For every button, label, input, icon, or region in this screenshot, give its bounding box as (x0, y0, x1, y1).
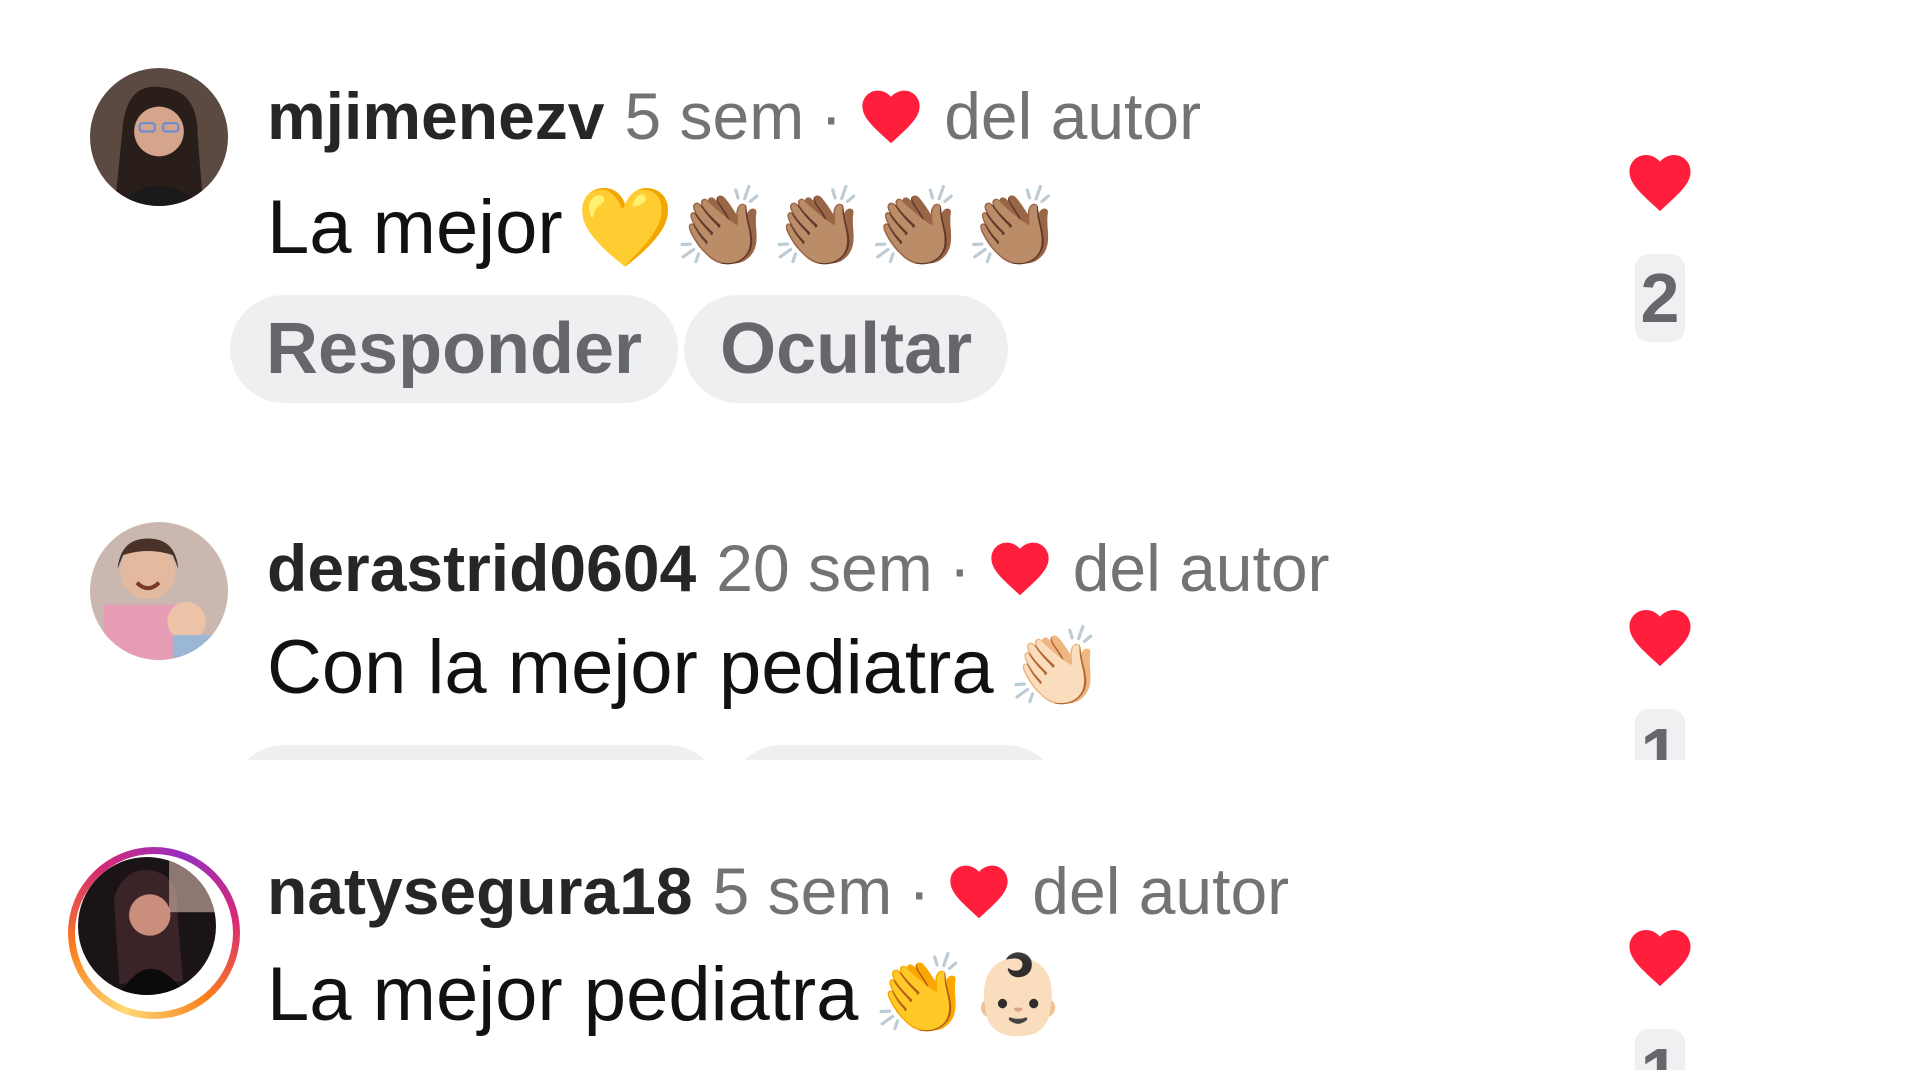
heart-icon (991, 542, 1049, 596)
comment-emojis: 👏👶🏻 (872, 950, 1067, 1040)
username[interactable]: mjimenezv (267, 76, 604, 156)
like-column: 1 (1620, 605, 1700, 760)
username[interactable]: derastrid0604 (267, 528, 696, 608)
comment-text: La mejor 💛👏🏽👏🏽👏🏽👏🏽 (267, 180, 1062, 276)
comment-item: natysegura18 5 sem · del autor La mejor … (0, 775, 1920, 1070)
comment-text-content: La mejor (267, 185, 563, 270)
like-count[interactable]: 1 (1634, 1029, 1686, 1070)
heart-icon[interactable] (1624, 150, 1696, 214)
comment-item: mjimenezv 5 sem · del autor La mejor 💛👏🏽… (0, 0, 1920, 450)
comment-header: mjimenezv 5 sem · del autor (267, 76, 1201, 156)
avatar[interactable] (90, 522, 228, 660)
comment-text-content: Con la mejor pediatra (267, 625, 994, 710)
like-count[interactable]: 1 (1634, 709, 1686, 760)
comment-text: Con la mejor pediatra 👏🏻 (267, 620, 1105, 716)
separator: · (908, 854, 931, 928)
comment-text: La mejor pediatra 👏👶🏻 (267, 947, 1067, 1043)
like-column: 1 (1620, 925, 1700, 1070)
comment-item: derastrid0604 20 sem · del autor Con la … (0, 450, 1920, 760)
heart-icon (950, 865, 1008, 919)
comment-text-content: La mejor pediatra (267, 952, 859, 1037)
comment-emojis: 👏🏻 (1007, 623, 1105, 713)
comment-actions: Responder Ocultar (230, 295, 1009, 403)
separator: · (820, 79, 843, 153)
like-count[interactable]: 2 (1634, 254, 1686, 342)
story-ring[interactable] (68, 847, 240, 1019)
hide-button[interactable]: Ocultar (684, 295, 1009, 403)
heart-icon[interactable] (1624, 605, 1696, 669)
reply-button[interactable]: Responder (230, 295, 679, 403)
author-liked-label: del autor (1072, 531, 1330, 605)
timestamp: 5 sem (624, 79, 805, 153)
author-liked-label: del autor (944, 79, 1202, 153)
like-column: 2 (1620, 150, 1700, 342)
timestamp: 5 sem (712, 854, 893, 928)
timestamp: 20 sem (716, 531, 933, 605)
avatar[interactable] (90, 68, 228, 206)
heart-icon[interactable] (1624, 925, 1696, 989)
comment-emojis: 💛👏🏽👏🏽👏🏽👏🏽 (576, 183, 1063, 273)
author-liked-label: del autor (1032, 854, 1290, 928)
comment-header: derastrid0604 20 sem · del autor (267, 528, 1330, 608)
avatar[interactable] (78, 857, 216, 995)
hide-button[interactable] (728, 745, 1060, 760)
reply-button[interactable] (230, 745, 722, 760)
comment-header: natysegura18 5 sem · del autor (267, 851, 1289, 931)
comment-actions (230, 745, 1060, 760)
username[interactable]: natysegura18 (267, 851, 693, 931)
heart-icon (862, 90, 920, 144)
separator: · (948, 531, 971, 605)
